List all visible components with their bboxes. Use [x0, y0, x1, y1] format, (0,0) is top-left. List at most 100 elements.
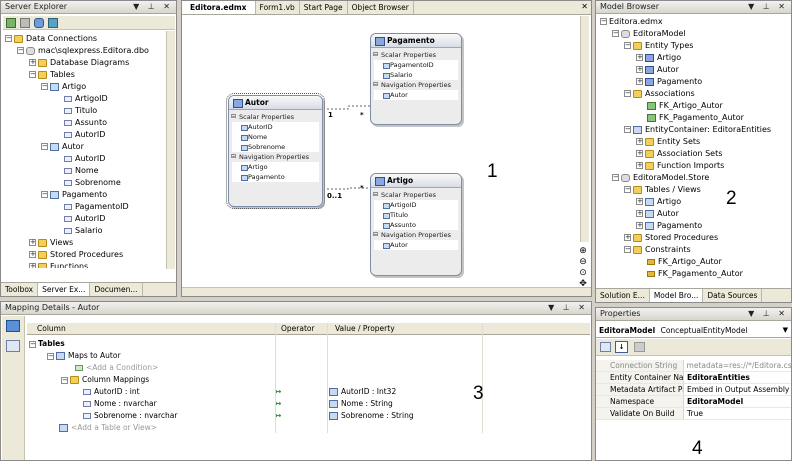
navigation-properties-header[interactable]: Navigation Properties	[371, 230, 461, 240]
entity-property[interactable]: Nome	[232, 132, 319, 142]
expand-icon[interactable]: +	[636, 222, 643, 229]
tree-item[interactable]: + Pagamento	[600, 220, 785, 232]
zoom-out-icon[interactable]: ⊖	[576, 257, 590, 268]
tree-item[interactable]: FK_Pagamento_Autor	[600, 112, 785, 124]
tree-item[interactable]: + Entity Sets	[600, 136, 785, 148]
tree-item[interactable]: ArtigoID	[5, 93, 165, 105]
mapping-column[interactable]: Nome : nvarchar	[83, 398, 157, 410]
chevron-down-icon[interactable]: ▼	[783, 323, 788, 338]
collapse-icon[interactable]: −	[624, 90, 631, 97]
tree-item[interactable]: − Tables / Views	[600, 184, 785, 196]
property-value[interactable]: metadata=res://*/Editora.cs	[684, 360, 791, 371]
expand-icon[interactable]: +	[636, 138, 643, 145]
maps-to-row[interactable]: − Maps to Autor	[47, 350, 121, 362]
navigation-properties-header[interactable]: Navigation Properties	[371, 80, 461, 90]
tree-item[interactable]: + Database Diagrams	[5, 57, 165, 69]
tree-item[interactable]: AutorID	[5, 129, 165, 141]
property-value[interactable]: EditoraModel	[684, 396, 743, 407]
navigation-property[interactable]: Artigo	[232, 162, 319, 172]
tree-item[interactable]: − Artigo	[5, 81, 165, 93]
tab-item[interactable]: Server Ex...	[38, 283, 91, 296]
collapse-icon[interactable]: −	[29, 71, 36, 78]
entity-property[interactable]: PagamentoID	[374, 60, 458, 70]
zoom-to-fit-icon[interactable]: ⊙	[576, 268, 590, 279]
tree-item[interactable]: − EditoraModel	[600, 28, 785, 40]
tree-item[interactable]: − Pagamento	[5, 189, 165, 201]
tree-item[interactable]: PagamentoID	[5, 201, 165, 213]
entity-property[interactable]: Titulo	[374, 210, 458, 220]
tree-item[interactable]: + Views	[5, 237, 165, 249]
tree-item[interactable]: − mac\sqlexpress.Editora.dbo	[5, 45, 165, 57]
tree-item[interactable]: Salario	[5, 225, 165, 237]
expand-icon[interactable]: +	[29, 251, 36, 258]
expand-icon[interactable]: +	[636, 54, 643, 61]
collapse-icon[interactable]: −	[624, 246, 631, 253]
tab-item[interactable]: Toolbox	[1, 283, 39, 296]
tree-item[interactable]: − Editora.edmx	[600, 16, 785, 28]
alphabetical-icon[interactable]: ↓	[615, 341, 628, 353]
tree-item[interactable]: − Tables	[5, 69, 165, 81]
tree-item[interactable]: Titulo	[5, 105, 165, 117]
property-value[interactable]: True	[684, 408, 703, 419]
tree-item[interactable]: − Data Connections	[5, 33, 165, 45]
tab-item[interactable]: Model Bro...	[649, 289, 704, 302]
stop-icon[interactable]	[20, 18, 30, 28]
property-row[interactable]: Validate On Build True	[596, 408, 791, 420]
navigation-property[interactable]: Pagamento	[232, 172, 319, 182]
property-row[interactable]: Connection String metadata=res://*/Editor…	[596, 360, 791, 372]
property-row[interactable]: Entity Container NameEditoraEntities	[596, 372, 791, 384]
map-entity-to-tables-icon[interactable]	[6, 320, 20, 332]
zoom-in-icon[interactable]: ⊕	[576, 246, 590, 257]
entity-property[interactable]: AutorID	[232, 122, 319, 132]
mapping-value[interactable]: AutorID : Int32	[329, 386, 396, 398]
tree-item[interactable]: + Functions	[5, 261, 165, 268]
collapse-icon[interactable]: −	[624, 186, 631, 193]
entity-artigo[interactable]: Artigo Scalar PropertiesArtigoIDTituloAss…	[370, 173, 462, 276]
editor-tab[interactable]: Editora.edmx	[182, 1, 256, 14]
designer-vertical-scrollbar[interactable]	[580, 16, 589, 242]
tree-item[interactable]: + Pagamento	[600, 76, 785, 88]
tree-item[interactable]: FK_Pagamento_Autor	[600, 268, 785, 280]
collapse-icon[interactable]: −	[624, 42, 631, 49]
operator-header[interactable]: Operator	[281, 323, 315, 335]
tree-item[interactable]: + Artigo	[600, 196, 785, 208]
add-table-row[interactable]: <Add a Table or View>	[59, 422, 157, 434]
tree-item[interactable]: + Stored Procedures	[600, 232, 785, 244]
collapse-icon[interactable]: −	[612, 174, 619, 181]
editor-close-icon[interactable]: ✕	[581, 2, 588, 11]
collapse-icon[interactable]: −	[5, 35, 12, 42]
panel-title-buttons[interactable]: ▼ ⊥ ✕	[548, 302, 588, 314]
tree-item[interactable]: AutorID	[5, 213, 165, 225]
collapse-icon[interactable]: −	[17, 47, 24, 54]
value-property-header[interactable]: Value / Property	[335, 323, 395, 335]
column-header[interactable]: Column	[37, 323, 66, 335]
tab-item[interactable]: Documen...	[90, 283, 143, 296]
property-pages-icon[interactable]	[634, 342, 645, 352]
property-row[interactable]: Metadata Artifact ProcEmbed in Output As…	[596, 384, 791, 396]
refresh-icon[interactable]	[6, 18, 16, 28]
tree-item[interactable]: + Association Sets	[600, 148, 785, 160]
collapse-icon[interactable]: −	[41, 191, 48, 198]
designer-horizontal-scrollbar[interactable]	[182, 287, 591, 296]
editor-tab[interactable]: Form1.vb	[256, 1, 300, 14]
expand-icon[interactable]: +	[636, 66, 643, 73]
entity-autor[interactable]: Autor Scalar PropertiesAutorIDNomeSobreno…	[226, 93, 325, 209]
tree-item[interactable]: − EntityContainer: EditoraEntities	[600, 124, 785, 136]
entity-pagamento[interactable]: Pagamento Scalar PropertiesPagamentoIDSal…	[370, 33, 462, 125]
connect-server-icon[interactable]	[48, 18, 58, 28]
property-value[interactable]: EditoraEntities	[684, 372, 750, 383]
expand-icon[interactable]: +	[636, 78, 643, 85]
panel-title-buttons[interactable]: ▼ ⊥ ✕	[748, 308, 788, 320]
categorized-icon[interactable]	[600, 342, 611, 352]
panel-title-buttons[interactable]: ▼ ⊥ ✕	[133, 1, 173, 13]
collapse-icon[interactable]: −	[612, 30, 619, 37]
scalar-properties-header[interactable]: Scalar Properties	[371, 190, 461, 200]
scalar-properties-header[interactable]: Scalar Properties	[229, 112, 322, 122]
tree-item[interactable]: + Autor	[600, 64, 785, 76]
navigation-property[interactable]: Autor	[374, 90, 458, 100]
panel-title-buttons[interactable]: ▼ ⊥ ✕	[748, 1, 788, 13]
tree-item[interactable]: AutorID	[5, 153, 165, 165]
tree-item[interactable]: + Stored Procedures	[5, 249, 165, 261]
mapping-column[interactable]: Sobrenome : nvarchar	[83, 410, 177, 422]
scalar-properties-header[interactable]: Scalar Properties	[371, 50, 461, 60]
